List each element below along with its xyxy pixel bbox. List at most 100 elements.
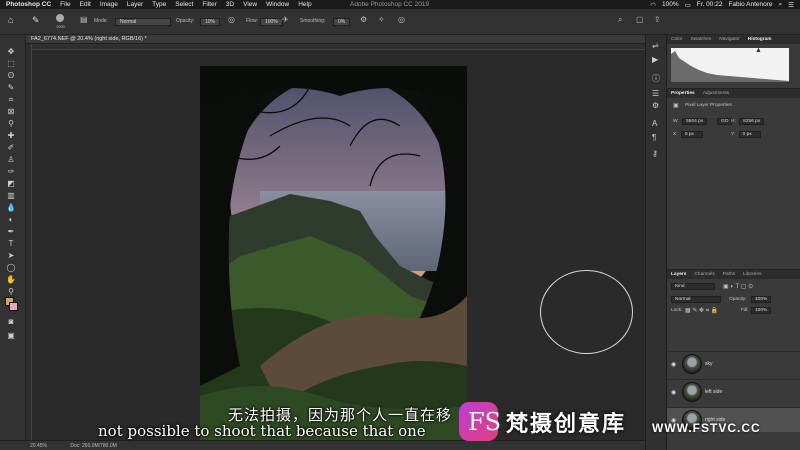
tab-libraries[interactable]: Libraries [739, 272, 765, 277]
visibility-eye-icon[interactable]: ◉ [671, 361, 676, 368]
quick-select-tool-icon[interactable]: ✎ [5, 83, 17, 93]
brush-tool-icon[interactable]: ✎ [32, 15, 40, 26]
zoom-level[interactable]: 20.45% [30, 443, 47, 449]
warning-icon[interactable]: ▲ [755, 47, 762, 54]
layer-name[interactable]: sky [705, 361, 713, 367]
menu-select[interactable]: Select [175, 1, 193, 8]
dodge-tool-icon[interactable]: ◐ [5, 215, 17, 225]
pen-tool-icon[interactable]: ✒ [5, 227, 17, 237]
opacity-field[interactable]: 10% [200, 18, 221, 26]
pressure-opacity-icon[interactable]: ◎ [228, 15, 235, 24]
ruler-horizontal[interactable] [32, 44, 652, 50]
fill-value[interactable]: 100% [751, 307, 772, 314]
tab-paths[interactable]: Paths [719, 272, 739, 277]
tab-histogram[interactable]: Histogram [744, 37, 776, 42]
lock-icons[interactable]: ▦ ✎ ✥ ⌗ 🔒 [685, 307, 718, 315]
eyedropper-tool-icon[interactable]: ⚲ [5, 119, 17, 129]
adjustments-panel-icon[interactable]: ☰ [652, 89, 659, 98]
gradient-tool-icon[interactable]: ▥ [5, 191, 17, 201]
type-tool-icon[interactable]: T [5, 239, 17, 249]
height-value[interactable]: 8256 px [739, 118, 765, 125]
tab-color[interactable]: Color [667, 37, 686, 42]
brush-settings-icon[interactable]: ▤ [80, 15, 88, 24]
x-value[interactable]: 0 px [680, 131, 703, 138]
tab-adjustments[interactable]: Adjustments [699, 91, 733, 96]
menu-3d[interactable]: 3D [226, 1, 234, 8]
screen-mode-icon[interactable]: ▣ [5, 331, 17, 341]
properties-panel-icon[interactable]: ⚙ [652, 101, 659, 110]
document-tab[interactable]: FA2_6774.NEF @ 20.4% (right side, RGB/16… [26, 35, 652, 44]
quick-mask-icon[interactable]: ◙ [5, 317, 17, 327]
lasso-tool-icon[interactable]: ʘ [5, 71, 17, 81]
smoothing-settings-icon[interactable]: ⚙ [360, 15, 367, 24]
layer-opacity-value[interactable]: 100% [751, 296, 772, 303]
menu-app-photoshop[interactable]: Photoshop CC [6, 1, 51, 8]
marquee-tool-icon[interactable]: ⬚ [5, 59, 17, 69]
frame-tool-icon[interactable]: ⊠ [5, 107, 17, 117]
tab-layers[interactable]: Layers [667, 272, 690, 277]
path-select-tool-icon[interactable]: ➤ [5, 251, 17, 261]
history-brush-icon[interactable]: ✑ [5, 167, 17, 177]
user-name[interactable]: Fabio Antenore [728, 1, 772, 8]
clock[interactable]: Fr. 00:22 [697, 1, 723, 8]
width-value[interactable]: 5504 px [682, 118, 708, 125]
glyphs-panel-icon[interactable]: ⚷ [652, 149, 658, 158]
menu-edit[interactable]: Edit [80, 1, 91, 8]
healing-tool-icon[interactable]: ✚ [5, 131, 17, 141]
stamp-tool-icon[interactable]: ♙ [5, 155, 17, 165]
angle-icon[interactable]: ✧ [378, 15, 385, 24]
pressure-size-icon[interactable]: ◎ [398, 15, 405, 24]
y-field[interactable]: Y: 0 px [731, 131, 761, 138]
zoom-tool-icon[interactable]: ⚲ [5, 287, 17, 297]
visibility-eye-icon[interactable]: ◉ [671, 389, 676, 396]
layer-row-left-side[interactable]: ◉ left side [667, 379, 800, 404]
workspace-icon[interactable]: ▢ [636, 15, 644, 24]
tab-channels[interactable]: Channels [690, 272, 718, 277]
blend-mode-select[interactable]: Normal [671, 296, 721, 303]
layer-opacity-field[interactable]: 100% [751, 296, 772, 303]
layer-name[interactable]: left side [705, 389, 722, 395]
x-field[interactable]: X: 0 px [673, 131, 703, 138]
battery-icon[interactable]: ▭ [685, 1, 691, 9]
crop-tool-icon[interactable]: ⌗ [5, 95, 17, 105]
info-panel-icon[interactable]: ⓘ [652, 73, 660, 84]
menu-filter[interactable]: Filter [202, 1, 216, 8]
character-panel-icon[interactable]: A [652, 119, 657, 128]
shape-tool-icon[interactable]: ◯ [5, 263, 17, 273]
tab-swatches[interactable]: Swatches [686, 37, 715, 42]
mode-select[interactable]: Normal [115, 18, 171, 26]
fill-field[interactable]: 100% [751, 307, 772, 314]
history-panel-icon[interactable]: ⇌ [652, 41, 659, 50]
menu-list-icon[interactable]: ☰ [788, 1, 794, 9]
layer-filter-kind[interactable]: Kind [671, 283, 715, 290]
smoothing-field[interactable]: 0% [333, 18, 351, 26]
menu-file[interactable]: File [60, 1, 70, 8]
menu-image[interactable]: Image [100, 1, 118, 8]
blend-mode-field[interactable]: Normal [671, 296, 721, 303]
brush-preset-picker[interactable] [56, 14, 64, 24]
menu-layer[interactable]: Layer [127, 1, 143, 8]
document-photo[interactable] [200, 66, 467, 440]
kind-select[interactable]: Kind [671, 283, 715, 290]
wifi-icon[interactable]: ◠ [650, 1, 656, 9]
move-tool-icon[interactable]: ✥ [5, 47, 17, 57]
tab-properties[interactable]: Properties [667, 91, 699, 96]
filter-icons[interactable]: ▣ ◐ T ▢ ⊙ [723, 283, 753, 290]
brush-tool-icon[interactable]: ✐ [5, 143, 17, 153]
menu-help[interactable]: Help [298, 1, 311, 8]
blur-tool-icon[interactable]: 💧 [5, 203, 17, 213]
menu-type[interactable]: Type [152, 1, 166, 8]
airbrush-icon[interactable]: ✈ [282, 15, 289, 24]
eraser-tool-icon[interactable]: ◩ [5, 179, 17, 189]
y-value[interactable]: 0 px [738, 131, 761, 138]
hand-tool-icon[interactable]: ✋ [5, 275, 17, 285]
tab-navigator[interactable]: Navigator [715, 37, 744, 42]
height-field[interactable]: H: 8256 px [731, 118, 765, 125]
width-field[interactable]: W: 5504 px [673, 118, 708, 125]
document-size[interactable]: Doc: 260.0M/780.0M [70, 443, 116, 449]
home-icon[interactable]: ⌂ [8, 15, 13, 25]
search-icon[interactable]: ⌕ [618, 15, 622, 25]
paragraph-panel-icon[interactable]: ¶ [652, 133, 656, 142]
spotlight-icon[interactable]: ⌕ [779, 1, 783, 9]
link-dimensions-button[interactable]: GO [715, 118, 733, 125]
